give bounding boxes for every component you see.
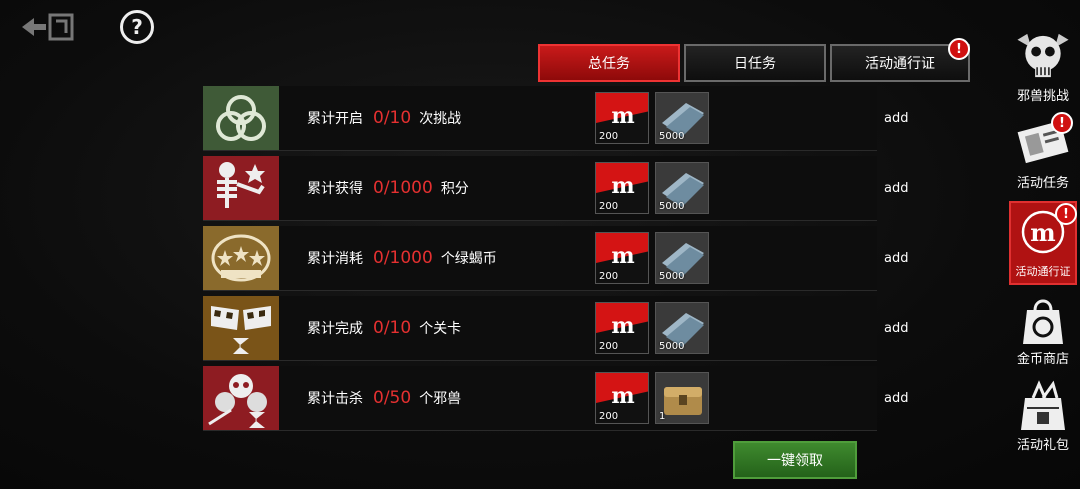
- reward-item[interactable]: 1: [655, 372, 709, 424]
- add-action[interactable]: add: [884, 226, 908, 290]
- task-progress: 0/1000: [373, 178, 433, 198]
- task-row: 累计消耗 0/1000 个绿蝎币 m 200 5000 add: [203, 226, 908, 291]
- svg-text:m: m: [611, 313, 634, 339]
- task-row: 累计获得 0/1000 积分 m 200 5000 add: [203, 156, 908, 221]
- task-progress: 0/10: [373, 108, 412, 128]
- task-description: 累计完成 0/10 个关卡: [307, 318, 462, 338]
- tab-label: 日任务: [734, 56, 776, 72]
- tab-label: 总任务: [588, 56, 630, 72]
- svg-text:m: m: [1030, 218, 1055, 247]
- task-list: 累计开启 0/10 次挑战 m 200 5000 add 累计获得 0/1000 积分 …: [203, 86, 908, 436]
- reward-count: 200: [599, 131, 619, 142]
- sidebar-item-event-tasks[interactable]: ! 活动任务: [1009, 112, 1077, 192]
- svg-text:m: m: [611, 383, 634, 409]
- alert-badge: !: [948, 38, 970, 60]
- sidebar-item-label: 活动通行证: [1015, 265, 1071, 278]
- reward-item[interactable]: 5000: [655, 302, 709, 354]
- reward-item[interactable]: 5000: [655, 92, 709, 144]
- reward-item[interactable]: m 200: [595, 302, 649, 354]
- add-action[interactable]: add: [884, 366, 908, 430]
- tab-daily-tasks[interactable]: 日任务: [684, 44, 826, 82]
- reward-item[interactable]: m 200: [595, 92, 649, 144]
- reward-item[interactable]: m 200: [595, 232, 649, 284]
- tab-total-tasks[interactable]: 总任务: [538, 44, 680, 82]
- sidebar-item-beast-challenge[interactable]: 邪兽挑战: [1009, 26, 1077, 104]
- claim-all-label: 一键领取: [767, 453, 823, 469]
- tab-label: 活动通行证: [865, 56, 935, 72]
- sidebar-item-label: 活动礼包: [1016, 438, 1069, 453]
- help-button[interactable]: ?: [120, 10, 154, 44]
- task-description: 累计消耗 0/1000 个绿蝎币: [307, 248, 497, 268]
- reward-count: 5000: [659, 271, 685, 282]
- skeleton-icon: [203, 156, 279, 220]
- back-arrow-icon: [22, 13, 74, 41]
- sidebar-item-label: 活动任务: [1016, 176, 1069, 191]
- task-row: 累计完成 0/10 个关卡 m 200 5000 add: [203, 296, 908, 361]
- svg-text:m: m: [611, 173, 634, 199]
- skulls-icon: [203, 366, 279, 430]
- reward-count: 5000: [659, 201, 685, 212]
- sidebar-item-coin-shop[interactable]: 金币商店: [1009, 294, 1077, 368]
- tab-event-pass[interactable]: 活动通行证!: [830, 38, 970, 82]
- reward-item[interactable]: m 200: [595, 162, 649, 214]
- reward-count: 200: [599, 411, 619, 422]
- add-action[interactable]: add: [884, 156, 908, 220]
- sidebar-item-label: 金币商店: [1016, 352, 1069, 367]
- reward-count: 200: [599, 201, 619, 212]
- sidebar-item-event-gift[interactable]: 活动礼包: [1009, 378, 1077, 454]
- passed-stars-icon: [203, 226, 279, 290]
- back-button[interactable]: [18, 10, 76, 44]
- alert-badge: !: [1055, 203, 1077, 225]
- task-row: 累计开启 0/10 次挑战 m 200 5000 add: [203, 86, 908, 151]
- reward-item[interactable]: 5000: [655, 162, 709, 214]
- claim-all-button[interactable]: 一键领取: [733, 441, 857, 479]
- svg-text:m: m: [611, 243, 634, 269]
- reward-item[interactable]: m 200: [595, 372, 649, 424]
- reward-count: 5000: [659, 341, 685, 352]
- checkered-flags-icon: [203, 296, 279, 360]
- reward-count: 5000: [659, 131, 685, 142]
- svg-text:m: m: [611, 103, 634, 129]
- help-icon: ?: [131, 15, 143, 39]
- shopping-bag-icon: [1023, 299, 1063, 344]
- biohazard-rings-icon: [203, 86, 279, 150]
- sidebar-item-event-pass[interactable]: m ! 活动通行证: [1009, 201, 1077, 285]
- task-progress: 0/1000: [373, 248, 433, 268]
- task-progress: 0/10: [373, 318, 412, 338]
- add-action[interactable]: add: [884, 296, 908, 360]
- task-row: 累计击杀 0/50 个邪兽 m 200 1 add: [203, 366, 908, 431]
- reward-count: 200: [599, 341, 619, 352]
- task-description: 累计击杀 0/50 个邪兽: [307, 388, 462, 408]
- gift-bag-icon: [1021, 380, 1065, 430]
- task-tabs: 总任务 日任务 活动通行证!: [538, 38, 970, 82]
- add-action[interactable]: add: [884, 86, 908, 150]
- task-description: 累计开启 0/10 次挑战: [307, 108, 462, 128]
- reward-item[interactable]: 5000: [655, 232, 709, 284]
- reward-count: 200: [599, 271, 619, 282]
- alert-badge: !: [1051, 112, 1073, 134]
- task-progress: 0/50: [373, 388, 412, 408]
- skull-emblem-icon: [1017, 33, 1069, 78]
- sidebar-item-label: 邪兽挑战: [1016, 89, 1069, 104]
- reward-count: 1: [659, 411, 666, 422]
- task-description: 累计获得 0/1000 积分: [307, 178, 469, 198]
